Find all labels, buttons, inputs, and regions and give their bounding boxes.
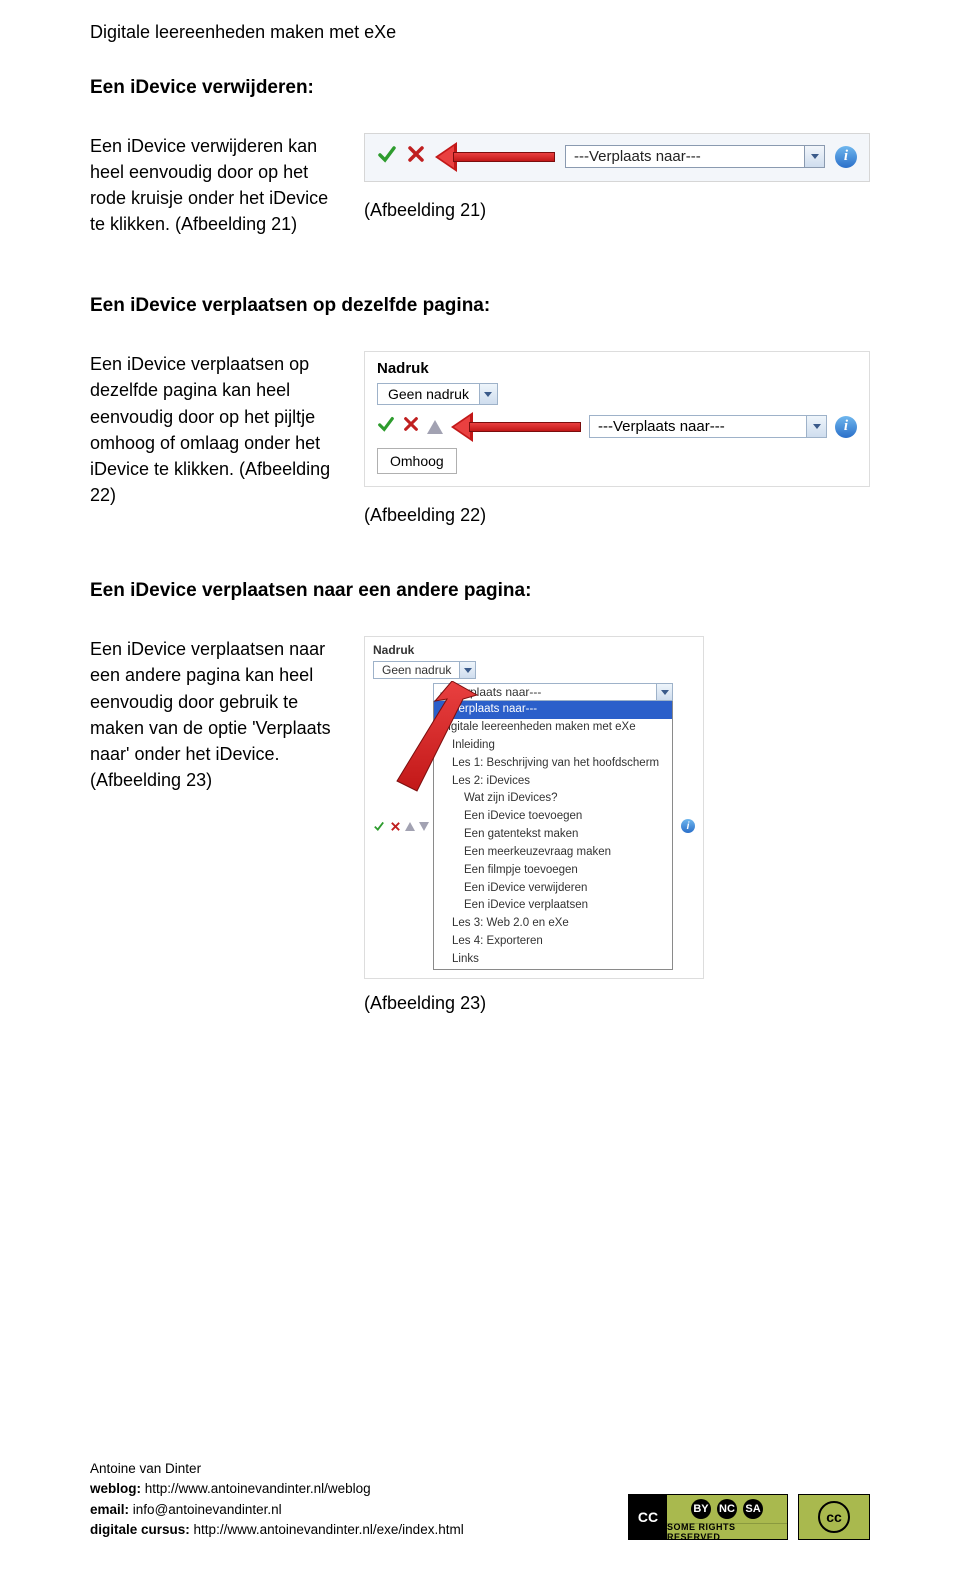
figure-22: Nadruk Geen nadruk ---Verplaats naar--- … xyxy=(364,351,870,487)
move-up-icon[interactable] xyxy=(427,420,443,434)
move-to-dropdown-text: ---Verplaats naar--- xyxy=(574,148,701,165)
figure-21-caption: (Afbeelding 21) xyxy=(364,200,870,221)
cc-rights-text: SOME RIGHTS RESERVED xyxy=(667,1523,787,1539)
figure-22-caption: (Afbeelding 22) xyxy=(364,505,870,526)
list-item[interactable]: Les 2: iDevices xyxy=(434,773,672,791)
chevron-down-icon[interactable] xyxy=(807,415,827,438)
move-to-dropdown[interactable]: ---Verplaats naar--- xyxy=(565,145,825,168)
list-item[interactable]: Een meerkeuzevraag maken xyxy=(434,844,672,862)
emphasis-dropdown-text: Geen nadruk xyxy=(378,384,479,404)
move-to-dropdown[interactable]: ---Verplaats naar--- xyxy=(589,415,827,438)
emphasis-label: Nadruk xyxy=(373,643,695,657)
footer-credits: Antoine van Dinter weblog: http://www.an… xyxy=(90,1459,464,1540)
move-to-listbox[interactable]: ---Verplaats naar--- Digitale leereenhed… xyxy=(433,701,673,969)
accept-icon[interactable] xyxy=(373,820,385,832)
accept-icon[interactable] xyxy=(377,415,395,438)
move-to-dropdown[interactable]: ---Verplaats naar--- xyxy=(433,683,673,701)
list-item[interactable]: Wat zijn iDevices? xyxy=(434,790,672,808)
list-item[interactable]: Les 3: Web 2.0 en eXe xyxy=(434,915,672,933)
figure-23-caption: (Afbeelding 23) xyxy=(364,993,870,1014)
list-item[interactable]: Inleiding xyxy=(434,737,672,755)
figure-23: Nadruk Geen nadruk ---Verplaats naar--- … xyxy=(364,636,704,978)
list-item[interactable]: Links xyxy=(434,951,672,969)
section-3-heading: Een iDevice verplaatsen naar een andere … xyxy=(90,580,870,602)
footer-weblog-label: weblog: xyxy=(90,1481,141,1496)
page-title: Digitale leereenheden maken met eXe xyxy=(90,22,870,43)
footer-cursus-label: digitale cursus: xyxy=(90,1522,190,1537)
list-item[interactable]: Een iDevice toevoegen xyxy=(434,808,672,826)
cc-icon: cc xyxy=(818,1501,850,1533)
move-up-icon[interactable] xyxy=(405,822,415,831)
info-icon[interactable]: i xyxy=(835,416,857,438)
emphasis-dropdown-text: Geen nadruk xyxy=(374,662,459,678)
info-icon[interactable]: i xyxy=(681,819,695,833)
footer-weblog-link[interactable]: http://www.antoinevandinter.nl/weblog xyxy=(145,1481,371,1496)
cc-badge-small[interactable]: cc xyxy=(798,1494,870,1540)
list-item[interactable]: Een iDevice verplaatsen xyxy=(434,897,672,915)
cc-license-badges: CC BY NC SA SOME RIGHTS RESERVED cc xyxy=(628,1494,870,1540)
move-to-dropdown-text: ---Verplaats naar--- xyxy=(434,684,656,700)
emphasis-label: Nadruk xyxy=(377,360,857,377)
chevron-down-icon[interactable] xyxy=(805,145,825,168)
cc-by-nc-sa-badge[interactable]: CC BY NC SA SOME RIGHTS RESERVED xyxy=(628,1494,788,1540)
cc-nc-icon: NC xyxy=(717,1499,737,1519)
info-icon[interactable]: i xyxy=(835,146,857,168)
emphasis-dropdown[interactable]: Geen nadruk xyxy=(377,383,498,405)
cc-sa-icon: SA xyxy=(743,1499,763,1519)
omhoog-button[interactable]: Omhoog xyxy=(377,448,457,474)
list-item[interactable]: Een gatentekst maken xyxy=(434,826,672,844)
section-2-heading: Een iDevice verplaatsen op dezelfde pagi… xyxy=(90,295,870,317)
footer-cursus-link[interactable]: http://www.antoinevandinter.nl/exe/index… xyxy=(194,1522,464,1537)
list-item[interactable]: Een filmpje toevoegen xyxy=(434,862,672,880)
list-item[interactable]: ---Verplaats naar--- xyxy=(434,701,672,719)
chevron-down-icon[interactable] xyxy=(656,684,672,700)
chevron-down-icon[interactable] xyxy=(459,662,475,678)
accept-icon[interactable] xyxy=(377,144,397,169)
section-1-heading: Een iDevice verwijderen: xyxy=(90,77,870,99)
delete-icon[interactable] xyxy=(407,145,425,168)
footer-email: info@antoinevandinter.nl xyxy=(133,1502,282,1517)
footer-email-label: email: xyxy=(90,1502,129,1517)
move-to-dropdown-text: ---Verplaats naar--- xyxy=(589,415,807,438)
delete-icon[interactable] xyxy=(389,820,401,832)
list-item[interactable]: Les 1: Beschrijving van het hoofdscherm xyxy=(434,755,672,773)
list-item[interactable]: Les 4: Exporteren xyxy=(434,933,672,951)
list-item[interactable]: Een iDevice verwijderen xyxy=(434,880,672,898)
move-down-icon[interactable] xyxy=(419,822,429,831)
delete-icon[interactable] xyxy=(403,416,419,437)
red-arrow-icon xyxy=(451,416,581,438)
section-1-body: Een iDevice verwijderen kan heel eenvoud… xyxy=(90,133,340,237)
emphasis-dropdown[interactable]: Geen nadruk xyxy=(373,661,476,679)
red-arrow-icon xyxy=(435,146,555,168)
footer-author: Antoine van Dinter xyxy=(90,1459,464,1479)
list-item[interactable]: Digitale leereenheden maken met eXe xyxy=(434,719,672,737)
section-3-body: Een iDevice verplaatsen naar een andere … xyxy=(90,636,340,793)
section-2-body: Een iDevice verplaatsen op dezelfde pagi… xyxy=(90,351,340,508)
chevron-down-icon[interactable] xyxy=(479,384,497,404)
figure-21: ---Verplaats naar--- i xyxy=(364,133,870,182)
cc-by-icon: BY xyxy=(691,1499,711,1519)
